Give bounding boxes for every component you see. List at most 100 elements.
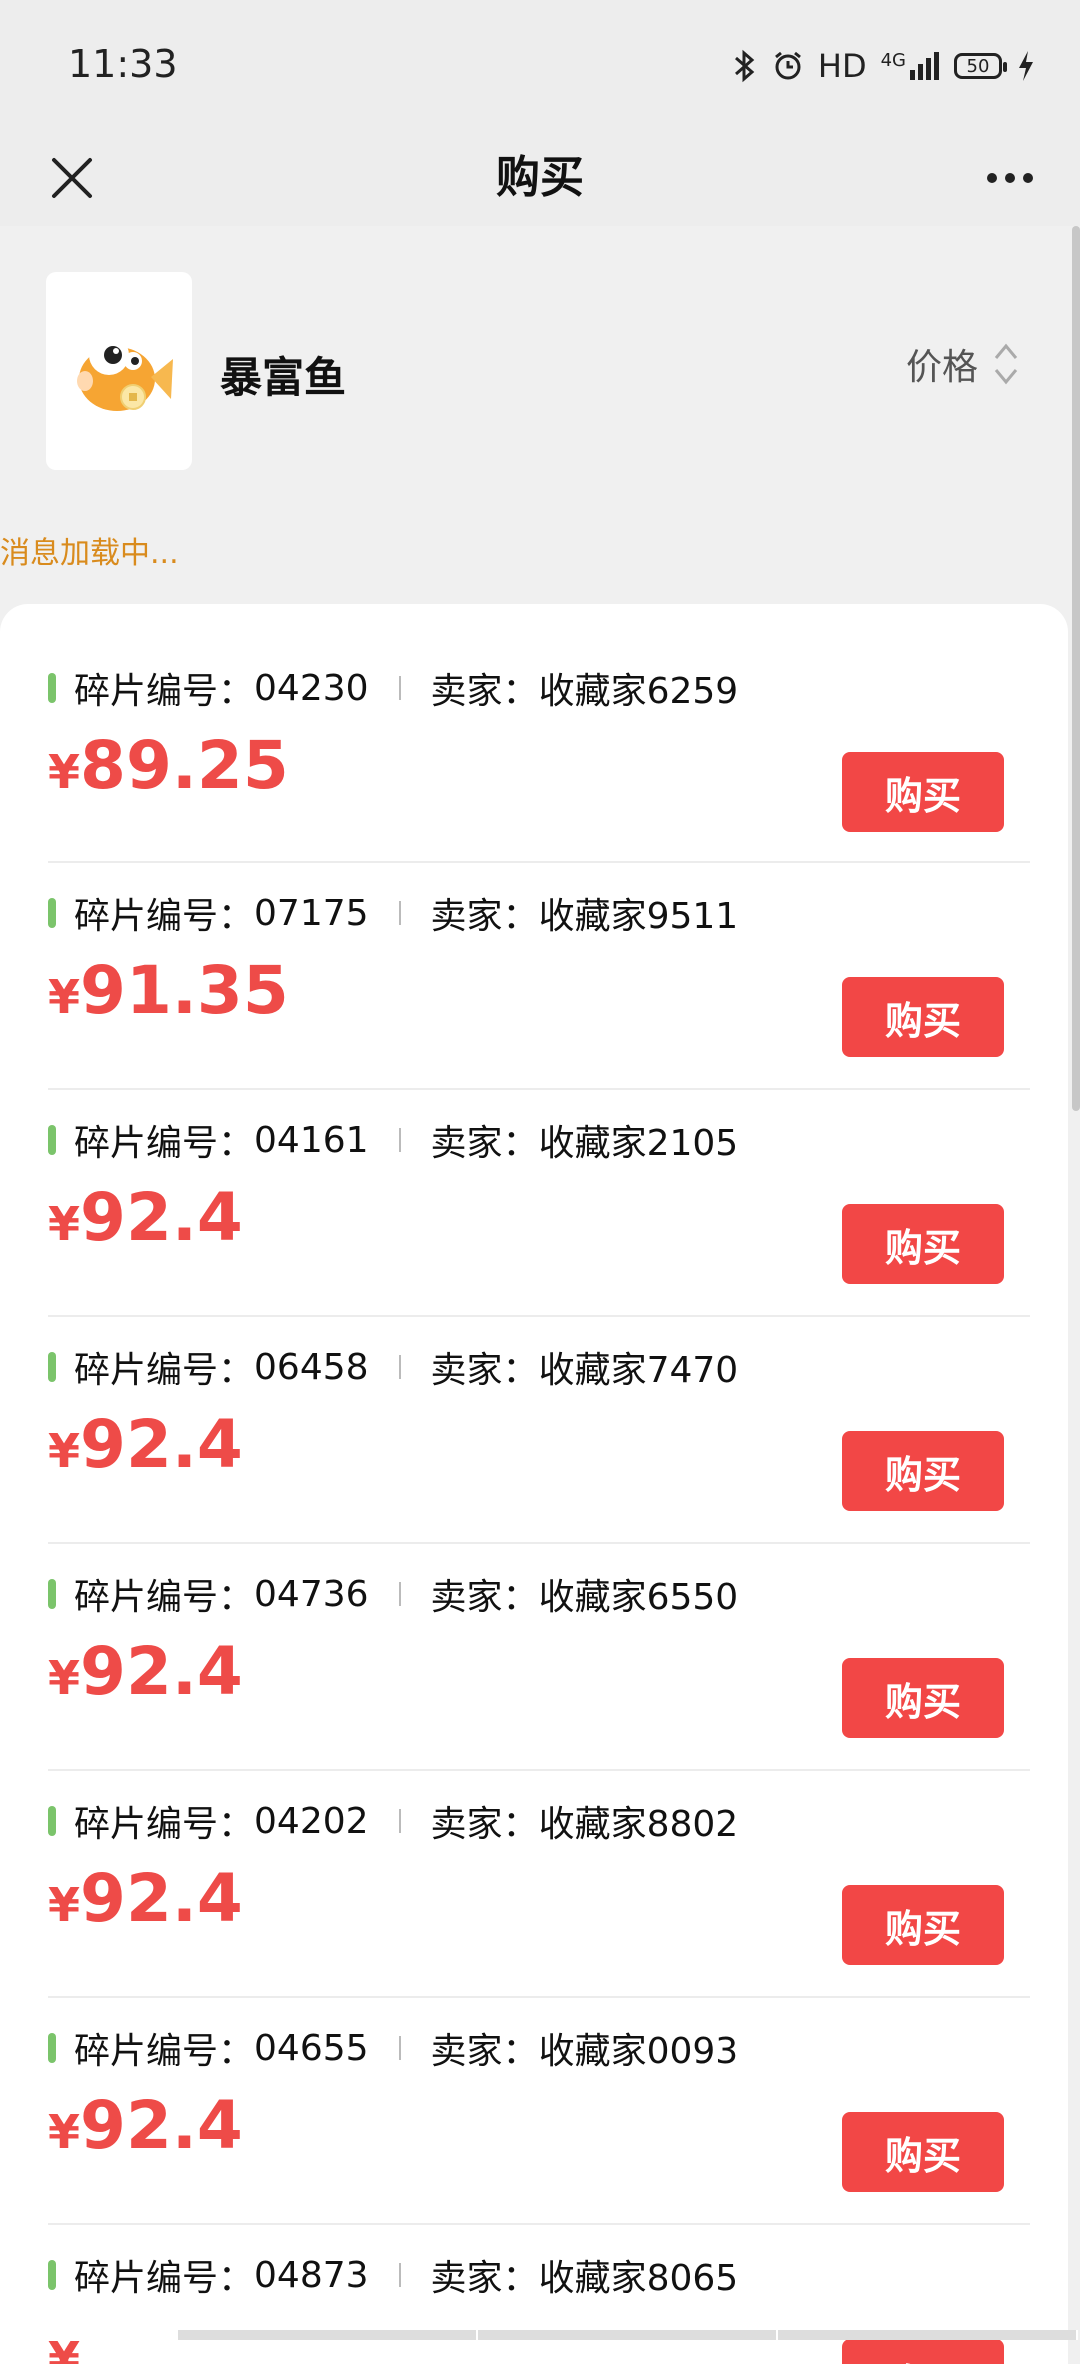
listing-list: 碎片编号： 04230 卖家： 收藏家6259 ¥89.25 购买 碎片编号： … <box>0 604 1068 2364</box>
fragment-info: 碎片编号： 04230 卖家： 收藏家6259 <box>48 662 738 714</box>
divider <box>398 676 401 700</box>
more-dot <box>1023 173 1033 183</box>
seller-label: 卖家： <box>430 671 539 712</box>
fragment-id: 04161 <box>254 1119 369 1161</box>
charging-icon <box>1016 49 1036 83</box>
more-button[interactable] <box>962 138 1058 218</box>
list-item: 碎片编号： 04873 卖家： 收藏家8065 ¥ 购买 <box>48 2225 1030 2364</box>
price: ¥92.4 <box>48 2086 243 2172</box>
seller-label: 卖家： <box>430 2258 539 2299</box>
signal-icon: 4G <box>881 50 940 82</box>
buy-button[interactable]: 购买 <box>842 977 1004 1057</box>
divider <box>398 1582 401 1606</box>
price-value: 89.25 <box>80 727 289 804</box>
buy-button[interactable]: 购买 <box>842 2339 1004 2364</box>
price: ¥92.4 <box>48 1405 243 1491</box>
fragment-marker <box>48 1579 56 1609</box>
fragment-id-label: 碎片编号： <box>74 2258 255 2299</box>
seller-label: 卖家： <box>430 896 539 937</box>
seller-name: 收藏家8065 <box>538 2258 739 2299</box>
fragment-id-label: 碎片编号： <box>74 896 255 937</box>
bluetooth-icon <box>732 49 758 83</box>
status-bar: 11:33 HD 4G 50 <box>0 0 1080 130</box>
price-value: 92.4 <box>80 1406 243 1483</box>
buy-button[interactable]: 购买 <box>842 752 1004 832</box>
battery-level: 50 <box>966 55 990 77</box>
seller-name: 收藏家6550 <box>538 1577 739 1618</box>
seller-label: 卖家： <box>430 1123 539 1164</box>
list-item: 碎片编号： 04161 卖家： 收藏家2105 ¥92.4 购买 <box>48 1090 1030 1317</box>
divider <box>398 2263 401 2287</box>
status-time: 11:33 <box>68 42 178 86</box>
scrollbar[interactable] <box>1072 226 1080 1111</box>
fragment-id-label: 碎片编号： <box>74 1123 255 1164</box>
currency-symbol: ¥ <box>48 745 81 799</box>
price: ¥92.4 <box>48 1859 243 1945</box>
product-header: 暴富鱼 价格 消息加载中... <box>0 226 1080 596</box>
list-item: 碎片编号： 06458 卖家： 收藏家7470 ¥92.4 购买 <box>48 1317 1030 1544</box>
fragment-id: 04230 <box>254 667 369 709</box>
more-dot <box>1005 173 1015 183</box>
buy-button[interactable]: 购买 <box>842 1885 1004 1965</box>
bottom-bar <box>178 2330 1078 2340</box>
page-title: 购买 <box>496 152 584 203</box>
seller-name: 收藏家7470 <box>538 1350 739 1391</box>
price: ¥89.25 <box>48 726 289 812</box>
list-item: 碎片编号： 04655 卖家： 收藏家0093 ¥92.4 购买 <box>48 1998 1030 2225</box>
fragment-id-label: 碎片编号： <box>74 671 255 712</box>
fragment-id: 07175 <box>254 892 369 934</box>
fragment-info: 碎片编号： 04161 卖家： 收藏家2105 <box>48 1114 738 1166</box>
seller-label: 卖家： <box>430 2031 539 2072</box>
buy-button[interactable]: 购买 <box>842 1204 1004 1284</box>
seller-name: 收藏家6259 <box>538 671 739 712</box>
price-value: 91.35 <box>80 952 289 1029</box>
product-name: 暴富鱼 <box>220 353 347 402</box>
sort-by-price-button[interactable]: 价格 <box>906 338 1020 390</box>
fragment-id: 04202 <box>254 1800 369 1842</box>
fragment-marker <box>48 1352 56 1382</box>
currency-symbol: ¥ <box>48 2332 81 2364</box>
alarm-icon <box>772 50 804 82</box>
buy-button[interactable]: 购买 <box>842 2112 1004 2192</box>
divider <box>398 901 401 925</box>
seller-label: 卖家： <box>430 1804 539 1845</box>
product-image <box>46 272 192 470</box>
fragment-info: 碎片编号： 07175 卖家： 收藏家9511 <box>48 887 738 939</box>
currency-symbol: ¥ <box>48 970 81 1024</box>
currency-symbol: ¥ <box>48 1424 81 1478</box>
seller-name: 收藏家0093 <box>538 2031 739 2072</box>
fragment-info: 碎片编号： 04202 卖家： 收藏家8802 <box>48 1795 738 1847</box>
price-value: 92.4 <box>80 1179 243 1256</box>
fragment-id: 04873 <box>254 2254 369 2296</box>
list-item: 碎片编号： 04230 卖家： 收藏家6259 ¥89.25 购买 <box>48 652 1030 863</box>
buy-button[interactable]: 购买 <box>842 1431 1004 1511</box>
fragment-id-label: 碎片编号： <box>74 1577 255 1618</box>
hd-label: HD <box>817 47 867 85</box>
seller-name: 收藏家9511 <box>538 896 739 937</box>
battery-icon: 50 <box>954 53 1007 79</box>
divider <box>398 1355 401 1379</box>
network-label: 4G <box>880 50 906 71</box>
buy-button[interactable]: 购买 <box>842 1658 1004 1738</box>
currency-symbol: ¥ <box>48 1651 81 1705</box>
price-value: 92.4 <box>80 2087 243 2164</box>
price: ¥92.4 <box>48 1178 243 1264</box>
fragment-marker <box>48 898 56 928</box>
currency-symbol: ¥ <box>48 2105 81 2159</box>
fragment-id: 04736 <box>254 1573 369 1615</box>
fragment-info: 碎片编号： 04873 卖家： 收藏家8065 <box>48 2249 738 2301</box>
fragment-marker <box>48 1125 56 1155</box>
fragment-info: 碎片编号： 06458 卖家： 收藏家7470 <box>48 1341 738 1393</box>
fragment-id-label: 碎片编号： <box>74 1804 255 1845</box>
list-item: 碎片编号： 04202 卖家： 收藏家8802 ¥92.4 购买 <box>48 1771 1030 1998</box>
list-item: 碎片编号： 04736 卖家： 收藏家6550 ¥92.4 购买 <box>48 1544 1030 1771</box>
divider <box>398 2036 401 2060</box>
price-value: 92.4 <box>80 1633 243 1710</box>
fragment-info: 碎片编号： 04736 卖家： 收藏家6550 <box>48 1568 738 1620</box>
nav-bar: 购买 <box>0 130 1080 226</box>
fragment-id-label: 碎片编号： <box>74 1350 255 1391</box>
fragment-id-label: 碎片编号： <box>74 2031 255 2072</box>
seller-label: 卖家： <box>430 1350 539 1391</box>
fragment-marker <box>48 2033 56 2063</box>
price: ¥92.4 <box>48 1632 243 1718</box>
